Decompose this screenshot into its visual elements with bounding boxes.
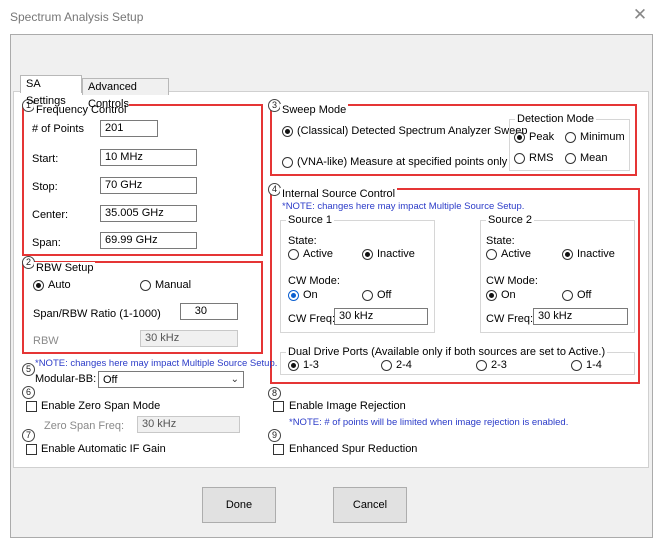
source-2-cw-off-label: Off: [577, 289, 592, 301]
detection-rms-label: RMS: [529, 152, 554, 164]
source-1-cw-off-radio[interactable]: [362, 290, 373, 301]
start-input[interactable]: 10 MHz: [100, 149, 197, 166]
stop-label: Stop:: [32, 181, 58, 193]
done-button[interactable]: Done: [202, 487, 276, 523]
center-input[interactable]: 35.005 GHz: [100, 205, 197, 222]
rbw-auto-radio[interactable]: [33, 280, 44, 291]
dual-drive-1-3-label: 1-3: [303, 359, 319, 371]
sweep-vna-radio[interactable]: [282, 157, 293, 168]
marker-9: 9: [268, 429, 281, 442]
dual-drive-1-4-radio[interactable]: [571, 360, 582, 371]
center-label: Center:: [32, 209, 69, 221]
dual-drive-1-4-label: 1-4: [586, 359, 602, 371]
dual-drive-1-3-radio[interactable]: [288, 360, 299, 371]
start-label: Start:: [32, 153, 59, 165]
modular-bb-label: Modular-BB:: [35, 373, 97, 385]
rbw-input: 30 kHz: [140, 330, 238, 347]
tab-advanced-controls[interactable]: Advanced Controls: [82, 78, 169, 110]
rbw-label: RBW: [33, 335, 59, 347]
detection-minimum-radio[interactable]: [565, 132, 576, 143]
span-label: Span:: [32, 237, 61, 249]
source-2-active-label: Active: [501, 248, 531, 260]
source-1-cw-off-label: Off: [377, 289, 392, 301]
source-1-cw-freq-label: CW Freq:: [288, 313, 336, 325]
marker-6: 6: [22, 386, 35, 399]
dual-drive-2-4-radio[interactable]: [381, 360, 392, 371]
window-title: Spectrum Analysis Setup: [10, 10, 144, 24]
detection-mean-label: Mean: [580, 152, 608, 164]
zero-span-checkbox[interactable]: [26, 401, 37, 412]
dual-drive-title: Dual Drive Ports (Available only if both…: [286, 346, 608, 358]
zero-span-label: Enable Zero Span Mode: [41, 400, 161, 412]
rbw-manual-radio[interactable]: [140, 280, 151, 291]
detection-peak-label: Peak: [529, 131, 555, 143]
rbw-manual-label: Manual: [155, 279, 192, 291]
source-2-state-label: State:: [486, 235, 515, 247]
stop-input[interactable]: 70 GHz: [100, 177, 197, 194]
source-2-cw-freq-label: CW Freq:: [486, 313, 534, 325]
modular-bb-note: *NOTE: changes here may impact Multiple …: [35, 358, 278, 369]
chevron-down-icon: ⌄: [230, 374, 239, 385]
source-1-state-label: State:: [288, 235, 317, 247]
image-rejection-checkbox[interactable]: [273, 401, 284, 412]
ratio-input[interactable]: 30: [180, 303, 238, 320]
sweep-classical-radio[interactable]: [282, 126, 293, 137]
source-2-cw-mode-label: CW Mode:: [486, 275, 538, 287]
detection-mean-radio[interactable]: [565, 153, 576, 164]
rbw-auto-label: Auto: [48, 279, 71, 291]
source-1-inactive-radio[interactable]: [362, 249, 373, 260]
detection-mode-title: Detection Mode: [515, 113, 597, 125]
marker-7: 7: [22, 429, 35, 442]
source-1-active-radio[interactable]: [288, 249, 299, 260]
points-input[interactable]: 201: [100, 120, 158, 137]
image-rejection-note: *NOTE: # of points will be limited when …: [289, 417, 569, 428]
detection-minimum-label: Minimum: [580, 131, 625, 143]
source-2-inactive-radio[interactable]: [562, 249, 573, 260]
spur-reduction-checkbox[interactable]: [273, 444, 284, 455]
source-2-inactive-label: Inactive: [577, 248, 615, 260]
marker-8: 8: [268, 387, 281, 400]
sweep-classical-label: (Classical) Detected Spectrum Analyzer S…: [297, 125, 528, 137]
source-2-title: Source 2: [486, 214, 535, 226]
source-2-cw-freq-input[interactable]: 30 kHz: [533, 308, 628, 325]
sweep-mode-title: Sweep Mode: [280, 104, 349, 116]
source-2-cw-off-radio[interactable]: [562, 290, 573, 301]
rbw-setup-title: RBW Setup: [34, 262, 96, 274]
source-1-cw-on-label: On: [303, 289, 318, 301]
internal-source-title: Internal Source Control: [280, 188, 398, 200]
dual-drive-2-4-label: 2-4: [396, 359, 412, 371]
auto-if-gain-checkbox[interactable]: [26, 444, 37, 455]
detection-peak-radio[interactable]: [514, 132, 525, 143]
modular-bb-value: Off: [103, 374, 118, 386]
close-icon[interactable]: ✕: [631, 6, 649, 24]
dual-drive-2-3-label: 2-3: [491, 359, 507, 371]
source-1-title: Source 1: [286, 214, 335, 226]
source-2-cw-on-radio[interactable]: [486, 290, 497, 301]
source-2-cw-on-label: On: [501, 289, 516, 301]
source-1-cw-freq-input[interactable]: 30 kHz: [334, 308, 428, 325]
zero-span-freq-label: Zero Span Freq:: [44, 420, 125, 432]
dual-drive-2-3-radio[interactable]: [476, 360, 487, 371]
span-input[interactable]: 69.99 GHz: [100, 232, 197, 249]
auto-if-gain-label: Enable Automatic IF Gain: [41, 443, 166, 455]
points-label: # of Points: [32, 123, 84, 135]
modular-bb-select[interactable]: Off ⌄: [98, 371, 244, 388]
source-2-active-radio[interactable]: [486, 249, 497, 260]
cancel-button[interactable]: Cancel: [333, 487, 407, 523]
marker-5: 5: [22, 363, 35, 376]
zero-span-freq-input: 30 kHz: [137, 416, 240, 433]
spur-reduction-label: Enhanced Spur Reduction: [289, 443, 418, 455]
source-1-inactive-label: Inactive: [377, 248, 415, 260]
sweep-vna-label: (VNA-like) Measure at specified points o…: [297, 156, 508, 168]
image-rejection-label: Enable Image Rejection: [289, 400, 406, 412]
detection-rms-radio[interactable]: [514, 153, 525, 164]
source-1-active-label: Active: [303, 248, 333, 260]
source-1-cw-mode-label: CW Mode:: [288, 275, 340, 287]
ratio-label: Span/RBW Ratio (1-1000): [33, 308, 161, 320]
internal-source-note: *NOTE: changes here may impact Multiple …: [282, 201, 525, 212]
source-1-cw-on-radio[interactable]: [288, 290, 299, 301]
tab-sa-settings[interactable]: SA Settings: [20, 75, 82, 107]
